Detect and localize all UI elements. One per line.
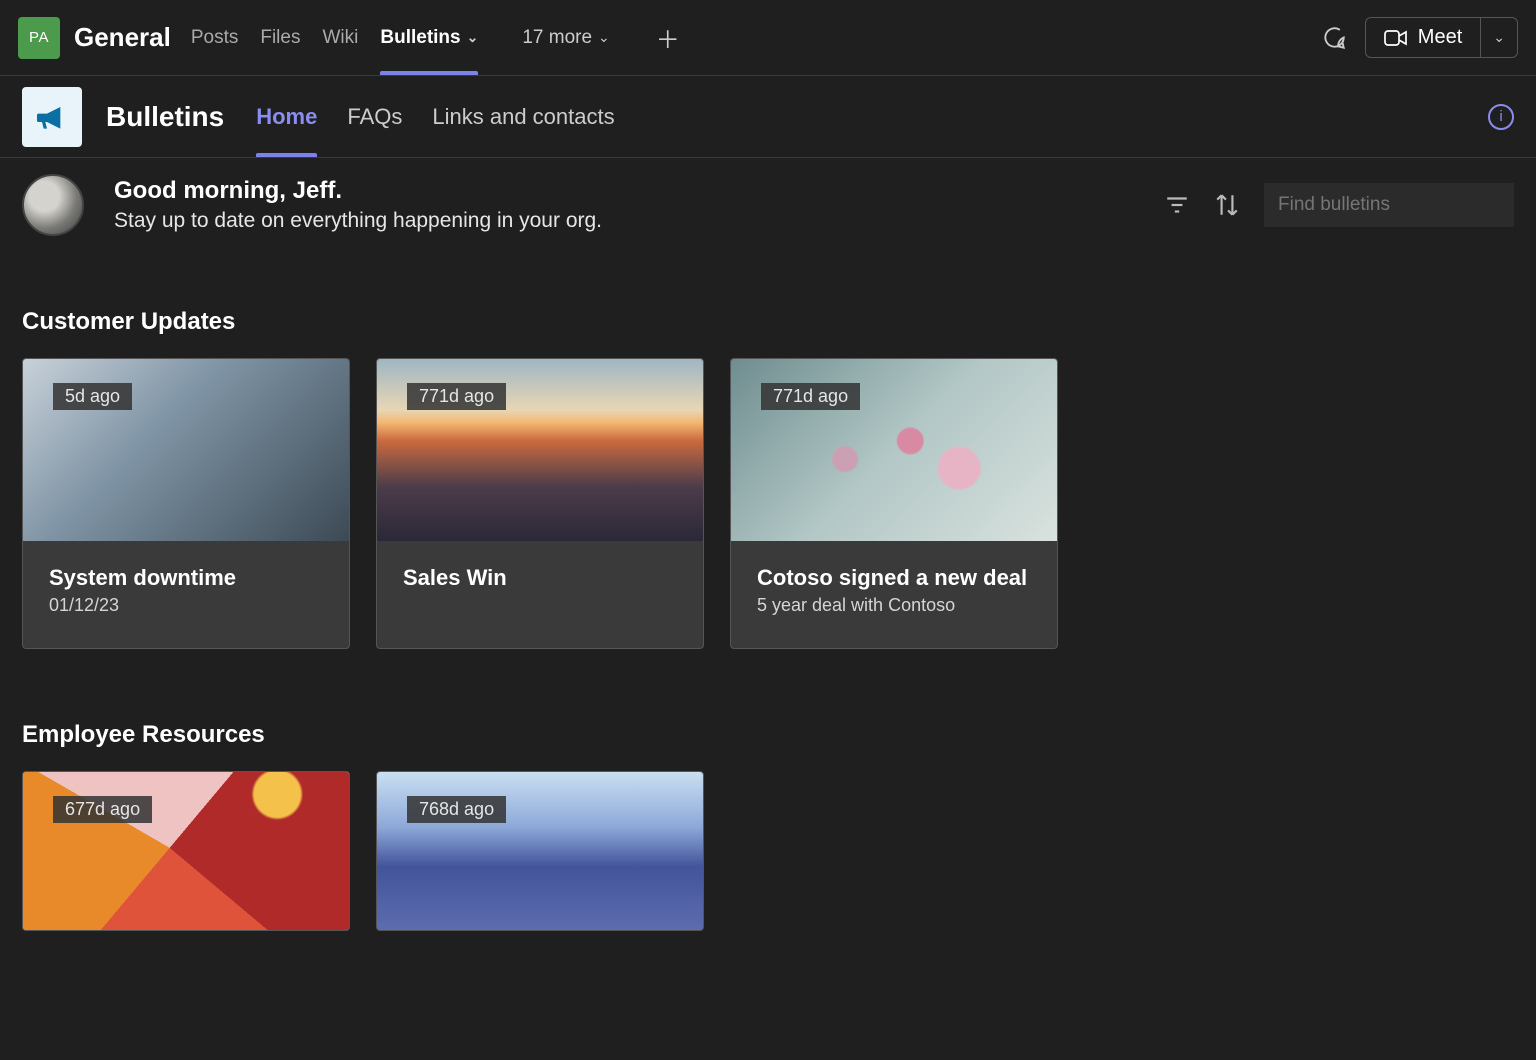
chevron-down-icon: ⌄ <box>467 29 479 46</box>
meet-label: Meet <box>1418 26 1462 49</box>
card-title: System downtime <box>49 565 323 591</box>
info-icon[interactable]: i <box>1488 104 1514 130</box>
add-tab-button[interactable]: ＋ <box>652 20 684 55</box>
age-badge: 771d ago <box>407 383 506 410</box>
tab-posts[interactable]: Posts <box>191 0 239 75</box>
card-image: 771d ago <box>377 359 703 541</box>
age-badge: 768d ago <box>407 796 506 823</box>
card-image: 768d ago <box>377 772 703 930</box>
search-input[interactable] <box>1278 194 1523 216</box>
bulletin-card[interactable]: 677d ago <box>22 771 350 931</box>
meet-button[interactable]: Meet <box>1366 18 1480 57</box>
more-tabs-label: 17 more <box>522 27 592 49</box>
card-sub: 01/12/23 <box>49 595 323 616</box>
bulletin-card[interactable]: 768d ago <box>376 771 704 931</box>
tab-bulletins[interactable]: Bulletins ⌄ <box>380 0 478 75</box>
app-header: Bulletins Home FAQs Links and contacts i <box>0 76 1536 158</box>
app-tab-home[interactable]: Home <box>256 76 317 157</box>
greeting-text: Good morning, Jeff. Stay up to date on e… <box>114 177 602 233</box>
sort-icon[interactable] <box>1214 192 1240 218</box>
chevron-down-icon: ⌄ <box>598 29 610 46</box>
age-badge: 677d ago <box>53 796 152 823</box>
filter-icon[interactable] <box>1164 192 1190 218</box>
app-tabs: Home FAQs Links and contacts <box>256 76 614 157</box>
tab-wiki[interactable]: Wiki <box>322 0 358 75</box>
card-row: 5d ago System downtime 01/12/23 771d ago… <box>22 358 1514 649</box>
search-box[interactable] <box>1264 183 1514 227</box>
app-tab-links[interactable]: Links and contacts <box>432 76 614 157</box>
card-sub: 5 year deal with Contoso <box>757 595 1031 616</box>
video-icon <box>1384 28 1408 48</box>
section-title: Customer Updates <box>22 308 1514 336</box>
greeting-row: Good morning, Jeff. Stay up to date on e… <box>0 158 1536 236</box>
greeting-hello: Good morning, Jeff. <box>114 177 602 205</box>
bulletin-card[interactable]: 771d ago Cotoso signed a new deal 5 year… <box>730 358 1058 649</box>
card-row: 677d ago 768d ago <box>22 771 1514 931</box>
app-title: Bulletins <box>106 101 224 133</box>
card-title: Cotoso signed a new deal <box>757 565 1031 591</box>
card-title: Sales Win <box>403 565 677 591</box>
section-title: Employee Resources <box>22 721 1514 749</box>
app-tab-faqs[interactable]: FAQs <box>347 76 402 157</box>
bulletins-app-icon <box>22 87 82 147</box>
card-image: 5d ago <box>23 359 349 541</box>
section-customer-updates: Customer Updates 5d ago System downtime … <box>0 308 1536 649</box>
tab-files[interactable]: Files <box>260 0 300 75</box>
user-avatar[interactable] <box>22 174 84 236</box>
section-employee-resources: Employee Resources 677d ago 768d ago <box>0 721 1536 931</box>
card-image: 771d ago <box>731 359 1057 541</box>
more-tabs[interactable]: 17 more ⌄ <box>522 27 609 49</box>
chevron-down-icon: ⌄ <box>1493 29 1505 46</box>
channel-name[interactable]: General <box>74 22 171 53</box>
greeting-sub: Stay up to date on everything happening … <box>114 209 602 233</box>
age-badge: 5d ago <box>53 383 132 410</box>
bulletin-card[interactable]: 771d ago Sales Win <box>376 358 704 649</box>
team-avatar[interactable]: PA <box>18 17 60 59</box>
meet-dropdown[interactable]: ⌄ <box>1480 18 1517 57</box>
bulletin-card[interactable]: 5d ago System downtime 01/12/23 <box>22 358 350 649</box>
tab-bulletins-label: Bulletins <box>380 27 460 49</box>
megaphone-icon <box>32 97 72 137</box>
meet-button-group: Meet ⌄ <box>1365 17 1518 58</box>
channel-tabs: Posts Files Wiki Bulletins ⌄ 17 more ⌄ ＋ <box>191 0 684 75</box>
age-badge: 771d ago <box>761 383 860 410</box>
card-image: 677d ago <box>23 772 349 930</box>
chat-icon[interactable] <box>1321 25 1347 51</box>
channel-header: PA General Posts Files Wiki Bulletins ⌄ … <box>0 0 1536 76</box>
